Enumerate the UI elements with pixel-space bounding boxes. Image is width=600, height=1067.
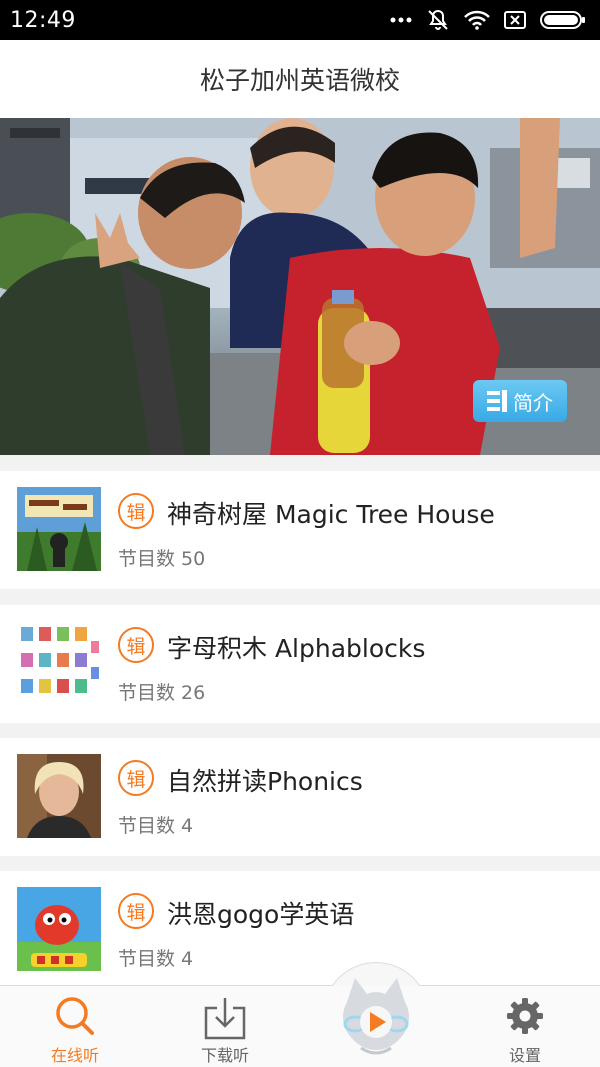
player-button-face[interactable] (333, 972, 419, 1058)
no-sim-icon (504, 11, 526, 29)
intro-button-label: 简介 (513, 390, 553, 415)
play-icon (343, 978, 409, 1055)
album-title: 洪恩gogo学英语 (167, 900, 355, 929)
status-bar: 12:49 (0, 0, 600, 40)
album-cover-image (17, 487, 101, 571)
wifi-icon (464, 10, 490, 30)
album-cover-image (17, 887, 101, 971)
search-icon (56, 997, 94, 1035)
mute-icon (428, 9, 448, 30)
intro-list-icon (487, 390, 507, 412)
album-item[interactable]: 辑 自然拼读Phonics 节目数 4 (0, 738, 600, 856)
download-icon (204, 998, 246, 1040)
status-time: 12:49 (10, 7, 76, 33)
status-icons (390, 8, 586, 32)
app-title-bar: 松子加州英语微校 (0, 40, 600, 118)
battery-icon (540, 11, 585, 29)
album-cover-image (17, 621, 101, 705)
album-item[interactable]: 辑 洪恩gogo学英语 节目数 4 (0, 871, 600, 989)
nav-label: 下载听 (200, 1046, 249, 1065)
bottom-nav: 在线听 下载听 设置 (0, 985, 600, 1067)
album-episode-count: 节目数 50 (118, 548, 206, 570)
album-badge: 辑 (118, 760, 154, 796)
album-badge: 辑 (118, 493, 154, 529)
intro-button[interactable]: 简介 (473, 380, 567, 422)
nav-label: 设置 (508, 1046, 541, 1065)
nav-online-listen[interactable]: 在线听 (10, 986, 140, 1067)
nav-download-listen[interactable]: 下载听 (160, 986, 290, 1067)
nav-settings[interactable]: 设置 (460, 986, 590, 1067)
album-badge: 辑 (118, 627, 154, 663)
album-title: 神奇树屋 Magic Tree House (167, 500, 495, 529)
album-item[interactable]: 辑 神奇树屋 Magic Tree House 节目数 50 (0, 471, 600, 589)
more-dots-icon (390, 17, 412, 23)
album-item[interactable]: 辑 字母积木 Alphablocks 节目数 26 (0, 605, 600, 723)
album-title: 自然拼读Phonics (167, 767, 363, 796)
album-badge: 辑 (118, 893, 154, 929)
album-title: 字母积木 Alphablocks (167, 634, 426, 663)
nav-label: 在线听 (50, 1046, 99, 1065)
album-cover-image (17, 754, 101, 838)
album-episode-count: 节目数 26 (118, 682, 206, 704)
album-episode-count: 节目数 4 (118, 815, 194, 837)
page-title: 松子加州英语微校 (199, 66, 400, 95)
gear-icon (507, 998, 543, 1034)
album-episode-count: 节目数 4 (118, 948, 194, 970)
